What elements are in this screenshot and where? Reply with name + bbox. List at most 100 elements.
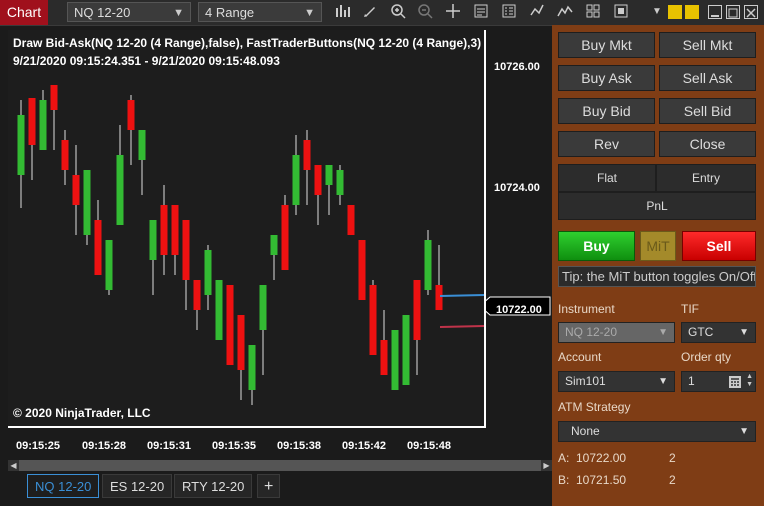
bar-type-selector-value: 4 Range xyxy=(205,5,255,20)
close-glyph xyxy=(746,8,756,18)
link-color-icon[interactable] xyxy=(668,5,682,19)
candle-up xyxy=(39,100,47,150)
atm-strategy-select[interactable]: None ▼ xyxy=(558,421,756,442)
strategies-icon[interactable] xyxy=(556,3,574,21)
entry-cell: Entry xyxy=(656,164,756,192)
price-axis-label: 10726.00 xyxy=(494,61,540,73)
chart-tab[interactable]: Chart xyxy=(0,0,48,25)
candle-down xyxy=(237,315,245,370)
horizontal-scrollbar[interactable]: ◀ ▶ xyxy=(8,460,552,471)
tab-rty[interactable]: RTY 12-20 xyxy=(174,474,253,498)
candle-up xyxy=(204,250,212,295)
ask-row-label: A: xyxy=(558,451,570,465)
zoom-in-icon[interactable] xyxy=(389,3,407,21)
instrument-link-icon[interactable] xyxy=(685,5,699,19)
candle-up xyxy=(402,315,410,385)
chevron-down-icon: ▼ xyxy=(173,7,184,19)
minimize-icon[interactable] xyxy=(708,5,722,19)
buy-ask-button[interactable]: Buy Ask xyxy=(558,65,655,91)
scroll-left-icon[interactable]: ◀ xyxy=(8,460,19,471)
data-box-icon[interactable] xyxy=(472,3,490,21)
time-axis-label: 09:15:35 xyxy=(212,440,257,452)
price-axis[interactable]: 10726.00 10724.00 10722.00 xyxy=(486,30,552,430)
reverse-button[interactable]: Rev xyxy=(558,131,655,157)
bar-type-selector[interactable]: 4 Range ▼ xyxy=(198,2,322,22)
crosshair-icon[interactable] xyxy=(444,3,462,21)
time-axis-label: 09:15:48 xyxy=(407,440,452,452)
tip-text: Tip: the MiT button toggles On/Off xyxy=(558,266,756,287)
add-tab-button[interactable]: + xyxy=(257,474,281,498)
templates-icon[interactable] xyxy=(528,3,546,21)
candle-up xyxy=(292,155,300,205)
buy-bid-button[interactable]: Buy Bid xyxy=(558,98,655,124)
sell-button[interactable]: Sell xyxy=(682,231,756,261)
time-axis-label: 09:15:38 xyxy=(277,440,322,452)
flat-cell: Flat xyxy=(558,164,656,192)
qty-stepper-icon[interactable]: ▲ ▼ xyxy=(746,373,753,389)
tif-label: TIF xyxy=(681,302,699,316)
candle-up xyxy=(248,345,256,390)
close-icon[interactable] xyxy=(744,5,758,19)
chevron-down-icon: ▼ xyxy=(739,426,749,437)
ask-price: 10722.00 xyxy=(576,451,627,465)
buy-mkt-button[interactable]: Buy Mkt xyxy=(558,32,655,58)
time-axis-label: 09:15:25 xyxy=(16,440,61,452)
sell-ask-button[interactable]: Sell Ask xyxy=(659,65,756,91)
candle-down xyxy=(94,220,102,275)
tif-select[interactable]: GTC ▼ xyxy=(681,322,756,343)
instrument-selector-value: NQ 12-20 xyxy=(74,5,131,20)
instrument-selector[interactable]: NQ 12-20 ▼ xyxy=(67,2,191,22)
zoom-out-glyph xyxy=(418,4,433,19)
close-position-button[interactable]: Close xyxy=(659,131,756,157)
tab-es[interactable]: ES 12-20 xyxy=(102,474,173,498)
templates-glyph xyxy=(530,4,544,16)
candle-up xyxy=(325,165,333,185)
chart-trader-icon[interactable] xyxy=(612,3,630,21)
mit-toggle-button[interactable]: MiT xyxy=(640,231,676,261)
candle-down xyxy=(314,165,322,195)
menu-chevron-icon[interactable]: ▼ xyxy=(648,3,666,21)
bid-row-label: B: xyxy=(558,473,570,487)
candle-down xyxy=(193,280,201,310)
candle-down xyxy=(413,280,421,340)
buy-button[interactable]: Buy xyxy=(558,231,635,261)
candle-down xyxy=(358,240,366,300)
price-axis-label: 10724.00 xyxy=(494,182,540,194)
bid-line xyxy=(439,294,484,297)
scroll-right-icon[interactable]: ▶ xyxy=(541,460,552,471)
bid-size: 2 xyxy=(669,473,676,487)
candle-down xyxy=(28,98,36,145)
chart-trader-glyph xyxy=(614,4,628,18)
price-chart[interactable]: Draw Bid-Ask(NQ 12-20 (4 Range),false), … xyxy=(8,30,486,428)
minimize-glyph xyxy=(711,15,719,17)
time-axis-label: 09:15:28 xyxy=(82,440,127,452)
maximize-glyph xyxy=(728,8,738,18)
candle-up xyxy=(149,220,157,260)
properties-icon[interactable] xyxy=(500,3,518,21)
order-qty-label: Order qty xyxy=(681,350,732,364)
calculator-glyph xyxy=(729,376,741,388)
order-qty-input[interactable]: 1 ▲ ▼ xyxy=(681,371,756,392)
chevron-down-icon: ▼ xyxy=(658,327,668,338)
atm-strategy-value: None xyxy=(571,424,600,438)
chart-toolbar: Chart NQ 12-20 ▼ 4 Range ▼ ▼ xyxy=(0,0,764,26)
indicators-icon[interactable] xyxy=(584,3,602,21)
bar-style-icon[interactable] xyxy=(334,3,352,21)
sell-mkt-button[interactable]: Sell Mkt xyxy=(659,32,756,58)
candle-down xyxy=(380,340,388,375)
time-axis-label: 09:15:42 xyxy=(342,440,387,452)
candle-up xyxy=(17,115,25,175)
candle-up xyxy=(391,330,399,390)
bar-style-icon-glyph xyxy=(336,5,350,17)
candle-down xyxy=(226,285,234,365)
zoom-out-icon[interactable] xyxy=(416,3,434,21)
sell-bid-button[interactable]: Sell Bid xyxy=(659,98,756,124)
calculator-icon[interactable] xyxy=(729,375,741,394)
ask-line xyxy=(439,325,484,328)
time-axis[interactable]: 09:15:25 09:15:28 09:15:31 09:15:35 09:1… xyxy=(8,430,486,458)
maximize-icon[interactable] xyxy=(726,5,740,19)
instrument-label: Instrument xyxy=(558,302,615,316)
tab-nq[interactable]: NQ 12-20 xyxy=(27,474,100,498)
account-select[interactable]: Sim101 ▼ xyxy=(558,371,675,392)
drawing-tool-icon[interactable] xyxy=(361,3,379,21)
